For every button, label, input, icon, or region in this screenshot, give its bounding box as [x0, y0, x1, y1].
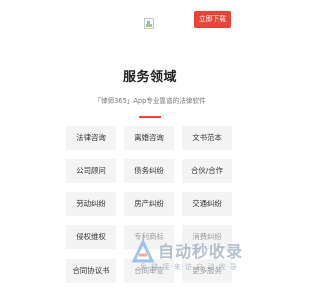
service-item-legal-consult[interactable]: 法律咨询 [66, 126, 116, 150]
service-item-labor-dispute[interactable]: 劳动纠纷 [66, 192, 116, 216]
service-item-more-services[interactable]: 更多服务 [182, 259, 232, 283]
section-subtitle: 「律师365」App专业靠谱的法律软件 [94, 97, 206, 105]
service-item-traffic-dispute[interactable]: 交通纠纷 [182, 192, 232, 216]
service-item-consumer-dispute[interactable]: 消费纠纷 [182, 225, 232, 249]
service-item-divorce-consult[interactable]: 离婚咨询 [124, 126, 174, 150]
service-item-contract-agreement[interactable]: 合同协议书 [66, 259, 116, 283]
service-item-infringement[interactable]: 侵权维权 [66, 225, 116, 249]
top-bar: 立即下载 [0, 0, 300, 40]
service-item-property-dispute[interactable]: 房产纠纷 [124, 192, 174, 216]
service-item-partnership[interactable]: 合伙/合作 [182, 159, 232, 183]
section-title: 服务领域 [122, 70, 177, 85]
title-underline [139, 116, 161, 118]
service-item-contract-review[interactable]: 合同审查 [124, 259, 174, 283]
broken-image-icon [144, 18, 154, 29]
service-item-debt-dispute[interactable]: 债务纠纷 [124, 159, 174, 183]
download-button[interactable]: 立即下载 [194, 11, 231, 28]
service-item-company-advisor[interactable]: 公司顾问 [66, 159, 116, 183]
service-item-patent-trademark[interactable]: 专利商标 [124, 225, 174, 249]
page: 立即下载 服务领域 「律师365」App专业靠谱的法律软件 法律咨询 离婚咨询 … [0, 0, 300, 300]
service-item-document-templates[interactable]: 文书范本 [182, 126, 232, 150]
